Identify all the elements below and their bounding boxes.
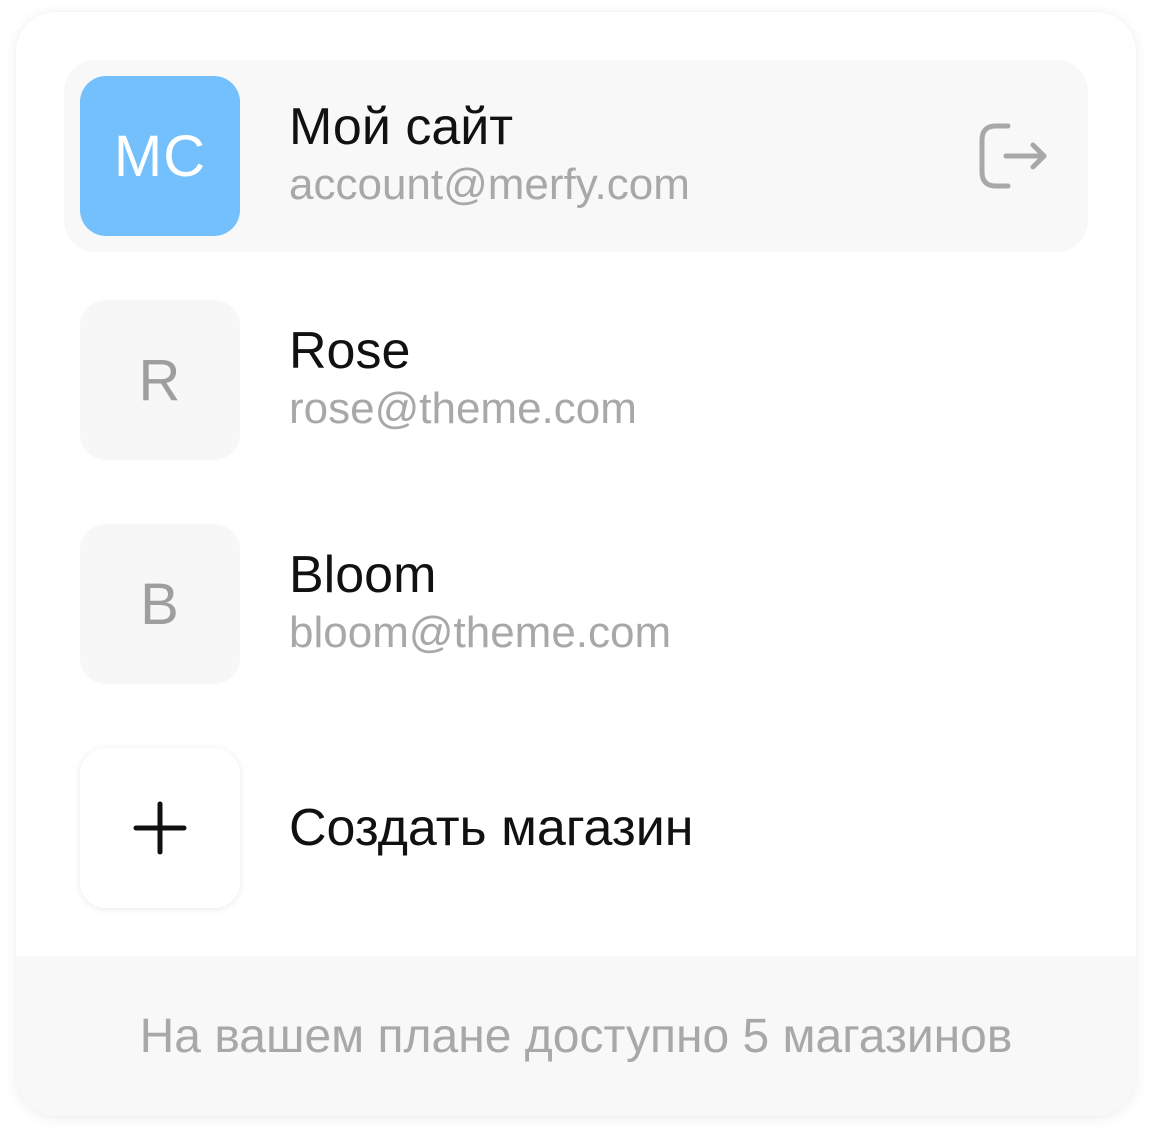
store-avatar: МС xyxy=(80,76,240,236)
store-email: bloom@theme.com xyxy=(289,608,672,657)
store-email: account@merfy.com xyxy=(289,160,690,209)
plus-icon xyxy=(80,748,240,908)
store-row-rose[interactable]: R Rose rose@theme.com xyxy=(64,284,1088,476)
store-name: Bloom xyxy=(289,546,437,604)
store-name: Мой сайт xyxy=(289,98,514,156)
store-email: rose@theme.com xyxy=(289,384,637,433)
create-store-label: Создать магазин xyxy=(289,799,694,857)
store-row-bloom[interactable]: B Bloom bloom@theme.com xyxy=(64,508,1088,700)
store-row-my-site[interactable]: МС Мой сайт account@merfy.com xyxy=(64,60,1088,252)
store-switcher-panel: МС Мой сайт account@merfy.com R Rose ros… xyxy=(16,12,1136,1116)
store-avatar: B xyxy=(80,524,240,684)
store-name: Rose xyxy=(289,322,411,380)
create-store-button[interactable]: Создать магазин xyxy=(64,732,1088,924)
plan-footer: На вашем плане доступно 5 магазинов xyxy=(16,956,1136,1116)
store-avatar: R xyxy=(80,300,240,460)
plan-limit-text: На вашем плане доступно 5 магазинов xyxy=(139,1009,1013,1063)
logout-icon[interactable] xyxy=(978,122,1050,190)
